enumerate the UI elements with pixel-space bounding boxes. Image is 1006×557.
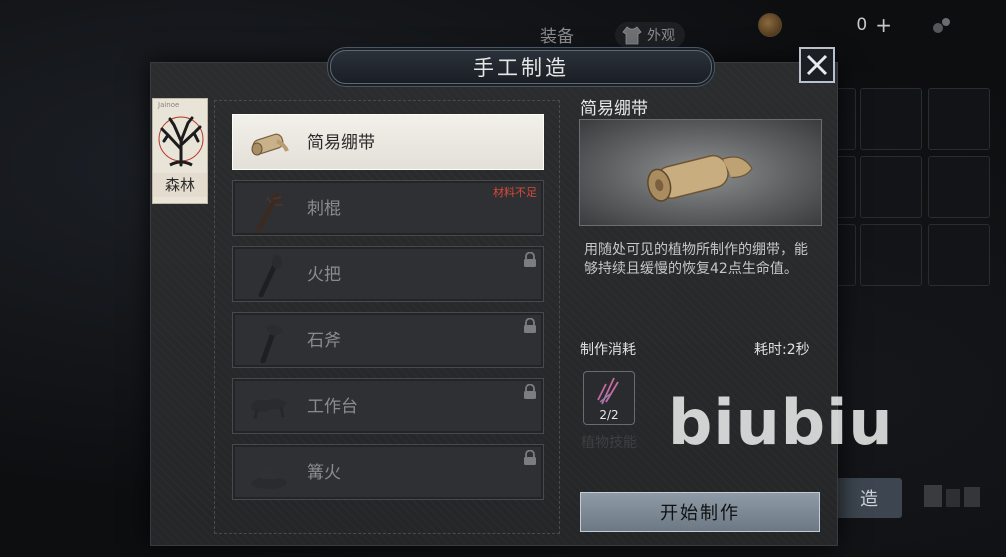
tree-icon bbox=[158, 116, 204, 167]
lock-icon bbox=[524, 252, 536, 267]
recipe-item-bandage[interactable]: 简易绷带 bbox=[232, 114, 544, 170]
watermark-text: biubiu bbox=[668, 386, 894, 459]
inventory-slot bbox=[928, 224, 990, 286]
torch-icon bbox=[258, 255, 282, 297]
recipe-item-stone-axe[interactable]: 石斧 bbox=[232, 312, 544, 368]
inventory-slot bbox=[928, 88, 990, 150]
inventory-slot bbox=[860, 156, 922, 218]
recipe-item-campfire[interactable]: 篝火 bbox=[232, 444, 544, 500]
biome-label: 森林 bbox=[153, 173, 207, 197]
item-preview bbox=[579, 119, 822, 226]
resource-icon bbox=[933, 18, 950, 33]
recipe-name: 工作台 bbox=[307, 397, 358, 417]
panel-title: 手工制造 bbox=[330, 50, 712, 84]
recipe-name: 简易绷带 bbox=[307, 133, 375, 153]
gear-tab[interactable]: 装备 bbox=[540, 22, 574, 47]
bandage-icon bbox=[251, 133, 289, 156]
lock-icon bbox=[524, 318, 536, 333]
plant-fiber-icon bbox=[597, 377, 619, 405]
material-slot[interactable]: 2/2 bbox=[583, 371, 635, 425]
inventory-slot bbox=[860, 224, 922, 286]
recipe-name: 火把 bbox=[307, 265, 341, 285]
item-description: 用随处可见的植物所制作的绷带，能够持续且缓慢的恢复42点生命值。 bbox=[584, 242, 808, 277]
stone-axe-icon bbox=[260, 324, 283, 363]
recipe-item-workbench[interactable]: 工作台 bbox=[232, 378, 544, 434]
workbench-icon bbox=[251, 398, 287, 420]
coin-icon bbox=[758, 13, 782, 37]
material-quantity: 2/2 bbox=[599, 408, 619, 422]
spiked-club-icon bbox=[256, 192, 283, 231]
bandage-preview-icon bbox=[647, 154, 753, 202]
insufficient-materials-warning: 材料不足 bbox=[493, 186, 537, 199]
blurred-blocks bbox=[924, 485, 980, 507]
coin-count: 0 bbox=[856, 15, 868, 35]
crafting-time-label: 耗时:2秒 bbox=[754, 342, 810, 358]
crafting-cost-label: 制作消耗 bbox=[580, 342, 636, 358]
recipe-item-torch[interactable]: 火把 bbox=[232, 246, 544, 302]
biome-card[interactable]: Jainoe 森林 bbox=[152, 98, 208, 204]
inventory-slot bbox=[860, 88, 922, 150]
faded-skill-label: 植物技能 bbox=[581, 435, 637, 451]
biome-tag: Jainoe bbox=[158, 101, 180, 109]
detail-title: 简易绷带 bbox=[580, 99, 648, 119]
start-crafting-button[interactable]: 开始制作 bbox=[580, 492, 820, 532]
outfit-icon bbox=[622, 26, 642, 45]
recipe-name: 刺棍 bbox=[307, 199, 341, 219]
recipe-item-spiked-club[interactable]: 刺棍 材料不足 bbox=[232, 180, 544, 236]
lock-icon bbox=[524, 450, 536, 465]
add-coin-button[interactable]: + bbox=[875, 13, 892, 37]
coin-bar: 0 + bbox=[758, 12, 898, 38]
campfire-icon bbox=[251, 465, 287, 489]
inventory-slot bbox=[928, 156, 990, 218]
appearance-tab[interactable]: 外观 bbox=[615, 22, 685, 48]
close-button[interactable] bbox=[799, 47, 835, 83]
recipe-name: 篝火 bbox=[307, 463, 341, 483]
background-craft-button-label: 造 bbox=[860, 489, 878, 510]
recipe-name: 石斧 bbox=[307, 331, 341, 351]
appearance-label: 外观 bbox=[647, 28, 675, 44]
lock-icon bbox=[524, 384, 536, 399]
close-icon bbox=[806, 54, 828, 76]
